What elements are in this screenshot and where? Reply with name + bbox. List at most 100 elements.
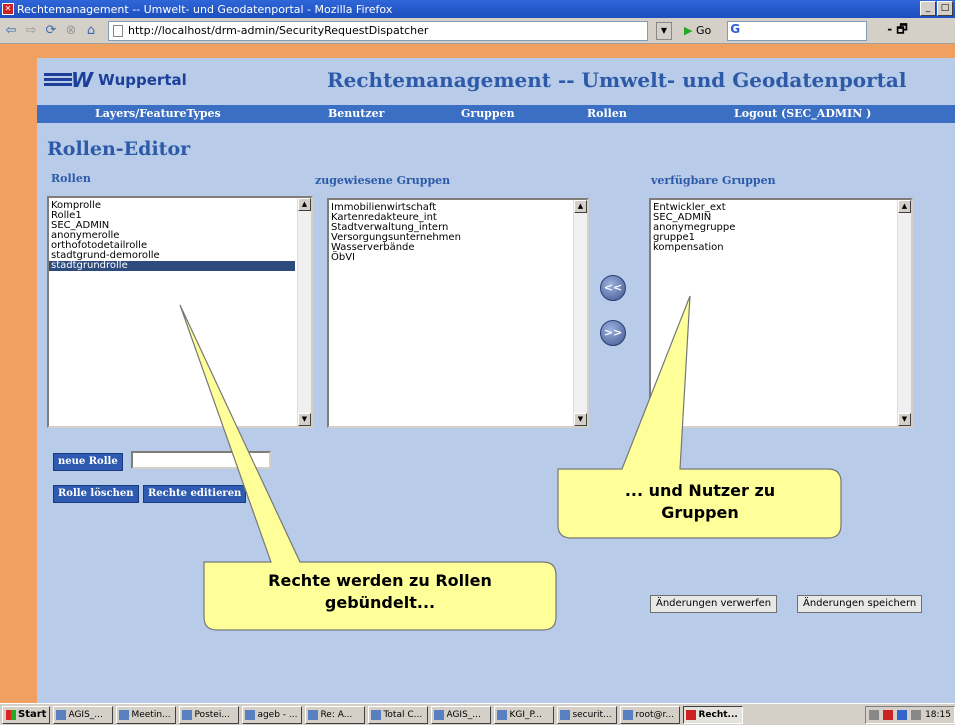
list-item[interactable]: Komprolle — [49, 201, 311, 211]
roles-scrollbar[interactable]: ▲ ▼ — [297, 198, 311, 426]
scroll-up-icon[interactable]: ▲ — [898, 200, 911, 213]
delete-role-button[interactable]: Rolle löschen — [53, 485, 139, 503]
windows-flag-icon — [6, 709, 16, 720]
firefox-icon — [686, 709, 697, 720]
taskbar-item[interactable]: AGIS_... — [431, 705, 492, 724]
app-icon — [560, 709, 571, 720]
taskbar-item-label: Recht... — [698, 709, 738, 720]
taskbar-item-label: AGIS_... — [68, 709, 103, 720]
taskbar-item[interactable]: ageb - ... — [242, 705, 303, 724]
scroll-down-icon[interactable]: ▼ — [898, 413, 911, 426]
system-tray: 18:15 — [865, 705, 955, 724]
available-groups-label: verfügbare Gruppen — [651, 174, 776, 187]
menu-benutzer[interactable]: Benutzer — [328, 107, 384, 120]
move-left-button[interactable]: << — [600, 275, 626, 301]
callout-left-line1: Rechte werden zu Rollen — [268, 571, 492, 590]
taskbar-item[interactable]: KGI_P... — [494, 705, 555, 724]
taskbar-item-active[interactable]: Recht... — [683, 705, 744, 724]
assigned-scrollbar[interactable]: ▲ ▼ — [573, 200, 587, 426]
taskbar-item[interactable]: Re: A... — [305, 705, 366, 724]
edit-rights-button[interactable]: Rechte editieren — [143, 485, 247, 503]
firefox-icon: ✕ — [2, 3, 14, 15]
assigned-groups-label: zugewiesene Gruppen — [315, 174, 451, 187]
list-item-selected[interactable]: stadtgrundrolle — [49, 261, 295, 271]
scroll-down-icon[interactable]: ▼ — [574, 413, 587, 426]
window-title: Rechtemanagement -- Umwelt- und Geodaten… — [17, 2, 393, 16]
tray-app-icon[interactable] — [883, 709, 894, 720]
list-item[interactable]: kompensation — [651, 243, 911, 253]
taskbar-item-label: root@r... — [635, 709, 674, 720]
app-icon — [371, 709, 382, 720]
start-button[interactable]: Start — [2, 705, 51, 724]
taskbar-item-label: Total C... — [383, 709, 423, 720]
taskbar-item-label: Postei... — [194, 709, 230, 720]
start-label: Start — [18, 708, 47, 720]
search-input[interactable]: G — [727, 20, 868, 41]
available-scrollbar[interactable]: ▲ ▼ — [897, 200, 911, 426]
menu-rollen[interactable]: Rollen — [587, 107, 627, 120]
roles-list[interactable]: Komprolle Rolle1 SEC_ADMIN anonymerolle … — [47, 196, 313, 428]
stop-button[interactable]: ⊗ — [64, 23, 78, 38]
list-item[interactable]: Wasserverbände — [329, 243, 587, 253]
taskbar-item[interactable]: Meetin... — [116, 705, 177, 724]
window-titlebar: ✕ Rechtemanagement -- Umwelt- und Geodat… — [0, 0, 955, 18]
menu-layers[interactable]: Layers/FeatureTypes — [95, 107, 221, 120]
volume-icon[interactable] — [869, 709, 880, 720]
taskbar-item-label: Meetin... — [131, 709, 171, 720]
tray-app-icon[interactable] — [897, 709, 908, 720]
callout-left-line2: gebündelt... — [324, 593, 436, 612]
available-groups-list[interactable]: Entwickler_ext SEC_ADMIN anonymegruppe g… — [649, 198, 913, 428]
menu-logout[interactable]: Logout (SEC_ADMIN ) — [734, 107, 871, 120]
scroll-up-icon[interactable]: ▲ — [574, 200, 587, 213]
save-changes-button[interactable]: Änderungen speichern — [797, 595, 923, 613]
page-header: W Wuppertal Rechtemanagement -- Umwelt- … — [37, 58, 955, 105]
terminal-icon — [623, 709, 634, 720]
scroll-down-icon[interactable]: ▼ — [298, 413, 311, 426]
taskbar-item[interactable]: Total C... — [368, 705, 429, 724]
menu-gruppen[interactable]: Gruppen — [461, 107, 515, 120]
taskbar-item[interactable]: Postei... — [179, 705, 240, 724]
back-button[interactable]: ⇦ — [4, 23, 18, 38]
go-label: Go — [695, 24, 712, 37]
url-input[interactable]: http://localhost/drm-admin/SecurityReque… — [108, 20, 648, 41]
discard-changes-button[interactable]: Änderungen verwerfen — [650, 595, 778, 613]
app-icon — [434, 709, 445, 720]
taskbar-item-label: securit... — [572, 709, 612, 720]
callout-right-line1: ... und Nutzer zu — [624, 481, 776, 500]
assigned-groups-list[interactable]: Immobilienwirtschaft Kartenredakteure_in… — [327, 198, 589, 428]
taskbar-item[interactable]: securit... — [557, 705, 618, 724]
taskbar-item[interactable]: AGIS_... — [53, 705, 114, 724]
url-dropdown-button[interactable]: ▼ — [656, 21, 672, 40]
home-button[interactable]: ⌂ — [84, 23, 98, 38]
main-menu: Layers/FeatureTypes Benutzer Gruppen Rol… — [37, 105, 955, 123]
go-button[interactable]: ▶ Go — [684, 24, 711, 37]
tab-controls[interactable]: - 🗗 — [887, 20, 907, 41]
new-role-input[interactable] — [131, 451, 271, 469]
mail-icon — [308, 709, 319, 720]
taskbar-item-label: AGIS_... — [446, 709, 481, 720]
minimize-button[interactable]: _ — [920, 1, 936, 16]
app-title: Rechtemanagement -- Umwelt- und Geodaten… — [327, 68, 907, 92]
logo-mark-icon — [44, 70, 89, 90]
taskbar-item-label: Re: A... — [320, 709, 353, 720]
browser-toolbar: ⇦ ⇨ ⟳ ⊗ ⌂ http://localhost/drm-admin/Sec… — [0, 18, 955, 44]
taskbar-item-label: ageb - ... — [257, 709, 298, 720]
editor-title: Rollen-Editor — [47, 138, 191, 160]
reload-button[interactable]: ⟳ — [44, 23, 58, 38]
app-icon — [56, 709, 67, 720]
app-icon — [182, 709, 193, 720]
app-icon — [119, 709, 130, 720]
maximize-button[interactable]: □ — [937, 1, 953, 16]
forward-button[interactable]: ⇨ — [24, 23, 38, 38]
logo-text: Wuppertal — [98, 71, 187, 89]
clock: 18:15 — [925, 709, 951, 720]
callout-right-line2: Gruppen — [661, 503, 739, 522]
list-item[interactable]: ÖbVI — [329, 253, 587, 263]
new-role-button[interactable]: neue Rolle — [53, 453, 123, 471]
move-right-button[interactable]: >> — [600, 320, 626, 346]
taskbar-item[interactable]: root@r... — [620, 705, 681, 724]
network-icon[interactable] — [911, 709, 922, 720]
window-controls: _ □ — [920, 1, 953, 16]
scroll-up-icon[interactable]: ▲ — [298, 198, 311, 211]
go-icon: ▶ — [684, 24, 693, 37]
